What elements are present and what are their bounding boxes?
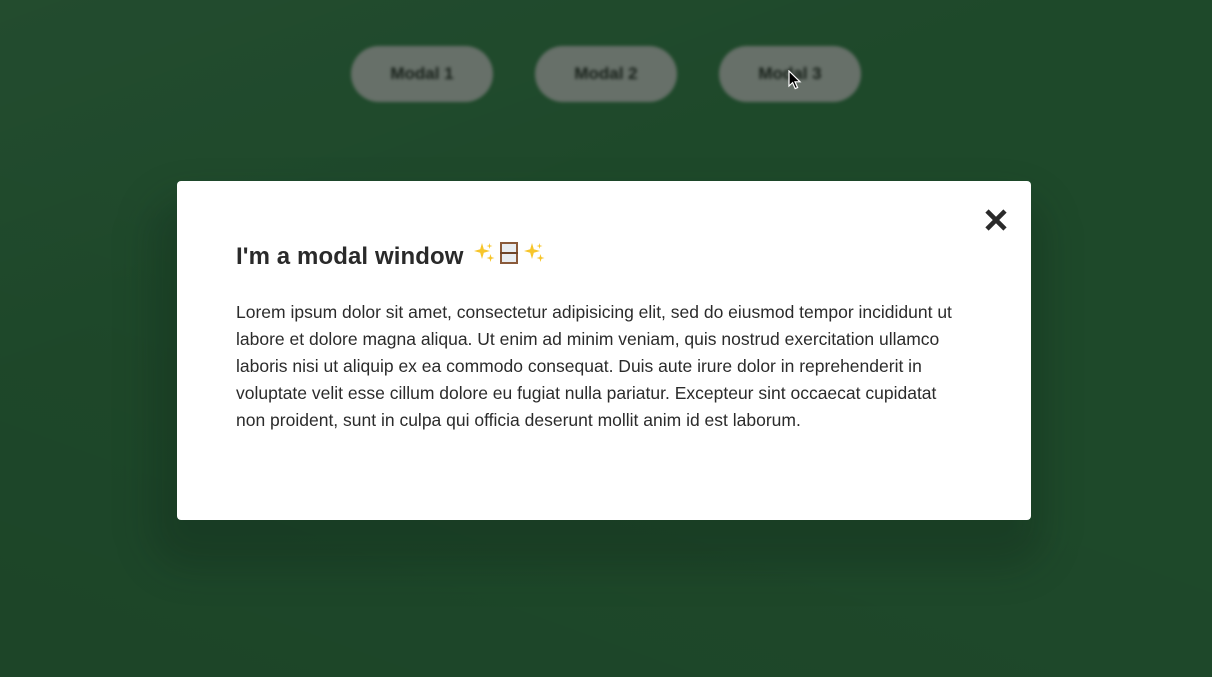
modal-window: I'm a modal window Lorem ipsum dolor sit… — [177, 181, 1031, 520]
title-emoji-group — [472, 241, 546, 272]
modal-title-text: I'm a modal window — [236, 242, 464, 270]
mouse-cursor-icon — [788, 69, 802, 90]
modal-body-text: Lorem ipsum dolor sit amet, consectetur … — [236, 302, 952, 430]
window-icon — [498, 241, 520, 272]
close-icon[interactable] — [983, 207, 1009, 233]
modal-title: I'm a modal window — [236, 241, 546, 272]
sparkles-icon — [522, 241, 546, 272]
sparkles-icon — [472, 241, 496, 272]
